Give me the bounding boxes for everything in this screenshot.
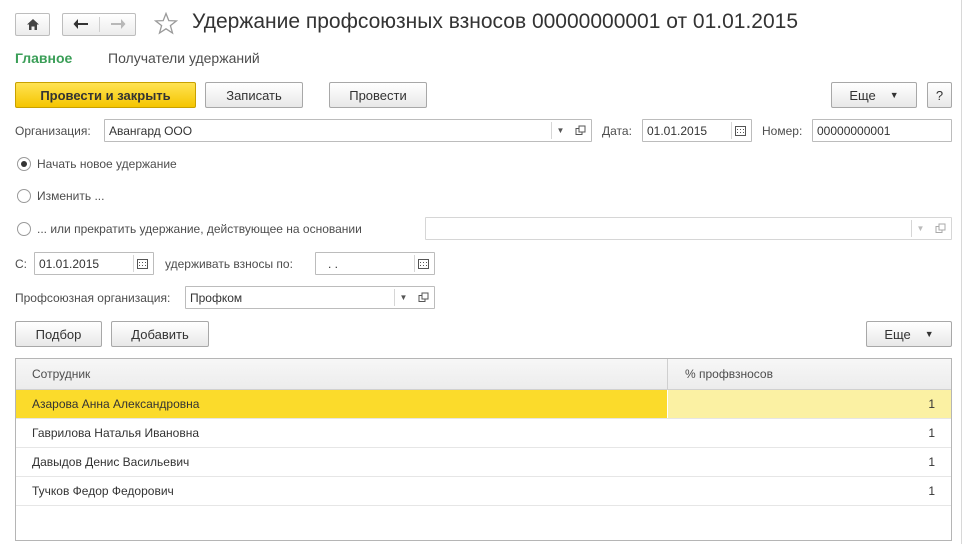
- radio-stop-label[interactable]: ... или прекратить удержание, действующе…: [37, 222, 362, 236]
- open-icon[interactable]: [931, 220, 949, 237]
- employee-percent: 1: [928, 455, 935, 469]
- save-button[interactable]: Записать: [205, 82, 303, 108]
- employee-percent: 1: [928, 426, 935, 440]
- arrow-right-icon: [111, 19, 126, 29]
- number-field[interactable]: 00000000001: [812, 119, 952, 142]
- table-more-label: Еще: [884, 326, 911, 342]
- column-percent[interactable]: % профвзносов: [685, 367, 773, 381]
- employee-name: Давыдов Денис Васильевич: [32, 455, 190, 469]
- tab-deduction-recipients[interactable]: Получатели удержаний: [108, 50, 260, 66]
- radio-change-label[interactable]: Изменить ...: [37, 189, 104, 203]
- pick-button[interactable]: Подбор: [15, 321, 102, 347]
- from-date-field[interactable]: 01.01.2015: [34, 252, 154, 275]
- window-edge: [961, 0, 962, 544]
- table-header: Сотрудник % профвзносов: [16, 359, 951, 390]
- number-value: 00000000001: [817, 124, 891, 138]
- home-icon: [27, 19, 39, 30]
- radio-new-deduction[interactable]: [17, 157, 31, 171]
- basis-field[interactable]: ▼: [425, 217, 952, 240]
- radio-change[interactable]: [17, 189, 31, 203]
- table-row[interactable]: Гаврилова Наталья Ивановна 1: [16, 419, 951, 448]
- employee-percent: 1: [928, 484, 935, 498]
- tab-main[interactable]: Главное: [15, 50, 72, 66]
- page-title: Удержание профсоюзных взносов 0000000000…: [192, 10, 799, 33]
- more-button-label: Еще: [849, 87, 876, 103]
- employee-percent: 1: [928, 397, 935, 411]
- employee-name: Азарова Анна Александровна: [32, 397, 200, 411]
- help-button[interactable]: ?: [927, 82, 952, 108]
- calendar-icon[interactable]: [133, 255, 151, 272]
- add-button[interactable]: Добавить: [111, 321, 209, 347]
- open-icon[interactable]: [571, 122, 589, 139]
- org-label: Организация:: [15, 124, 91, 138]
- table-row[interactable]: Тучков Федор Федорович 1: [16, 477, 951, 506]
- employee-name: Гаврилова Наталья Ивановна: [32, 426, 200, 440]
- date-label: Дата:: [602, 124, 632, 138]
- org-value: Авангард ООО: [109, 124, 193, 138]
- chevron-down-icon: ▼: [889, 90, 899, 100]
- number-label: Номер:: [762, 124, 803, 138]
- from-label: С:: [15, 257, 27, 271]
- to-label: удерживать взносы по:: [165, 257, 293, 271]
- employee-name: Тучков Федор Федорович: [32, 484, 174, 498]
- date-value: 01.01.2015: [647, 124, 708, 138]
- home-button[interactable]: [15, 13, 50, 36]
- org-field[interactable]: Авангард ООО ▼: [104, 119, 592, 142]
- history-nav: [62, 13, 136, 36]
- employees-table[interactable]: Сотрудник % профвзносов Азарова Анна Але…: [15, 358, 952, 541]
- chevron-down-icon: ▼: [924, 329, 934, 339]
- union-field[interactable]: Профком ▼: [185, 286, 435, 309]
- calendar-icon[interactable]: [731, 122, 749, 139]
- date-field[interactable]: 01.01.2015: [642, 119, 752, 142]
- forward-button[interactable]: [100, 14, 136, 35]
- union-label: Профсоюзная организация:: [15, 291, 171, 305]
- chevron-down-icon[interactable]: ▼: [394, 289, 412, 306]
- from-date-value: 01.01.2015: [39, 257, 100, 271]
- post-and-close-button[interactable]: Провести и закрыть: [15, 82, 196, 108]
- to-date-field[interactable]: . .: [315, 252, 435, 275]
- table-more-button[interactable]: Еще ▼: [866, 321, 952, 347]
- chevron-down-icon[interactable]: ▼: [551, 122, 569, 139]
- column-employee[interactable]: Сотрудник: [32, 367, 90, 381]
- chevron-down-icon[interactable]: ▼: [911, 220, 929, 237]
- to-date-value: . .: [328, 257, 339, 271]
- post-button[interactable]: Провести: [329, 82, 427, 108]
- more-button[interactable]: Еще ▼: [831, 82, 917, 108]
- star-icon[interactable]: [154, 12, 178, 35]
- union-value: Профком: [190, 291, 243, 305]
- table-row[interactable]: Азарова Анна Александровна 1: [16, 390, 951, 419]
- back-button[interactable]: [63, 14, 99, 35]
- arrow-left-icon: [73, 19, 88, 29]
- radio-new-deduction-label[interactable]: Начать новое удержание: [37, 157, 177, 171]
- table-row[interactable]: Давыдов Денис Васильевич 1: [16, 448, 951, 477]
- open-icon[interactable]: [414, 289, 432, 306]
- calendar-icon[interactable]: [414, 255, 432, 272]
- radio-stop[interactable]: [17, 222, 31, 236]
